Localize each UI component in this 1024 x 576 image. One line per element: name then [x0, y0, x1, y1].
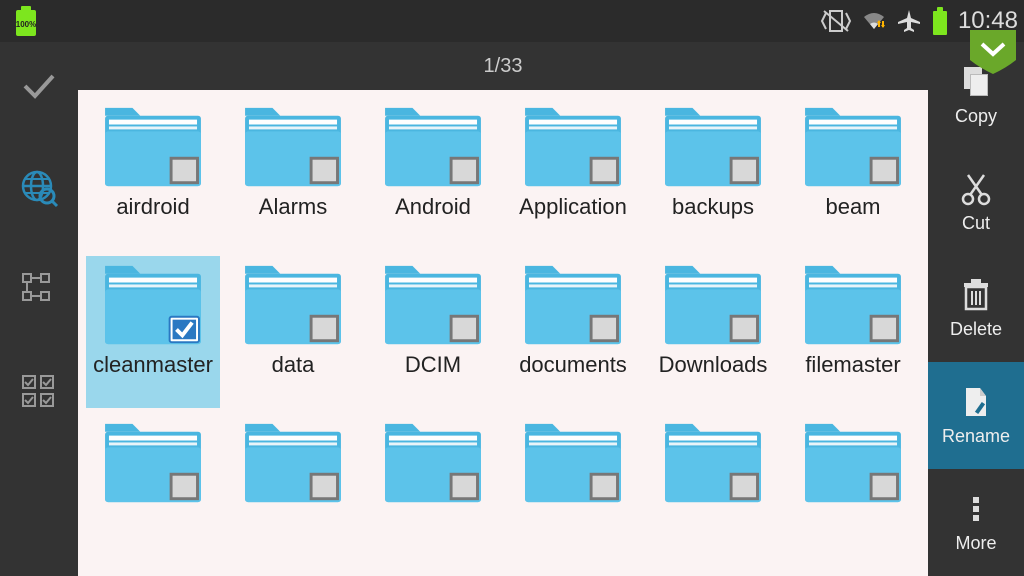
- left-toolbar: [0, 42, 78, 576]
- status-bar: 100% 10:48: [0, 0, 1024, 42]
- selection-count: 1/33: [78, 42, 928, 90]
- airplane-icon: [896, 8, 922, 34]
- folder-item[interactable]: [86, 414, 220, 566]
- folder-item[interactable]: data: [226, 256, 360, 408]
- folder-label: filemaster: [805, 352, 900, 404]
- more-button[interactable]: More: [928, 469, 1024, 576]
- folder-item[interactable]: [226, 414, 360, 566]
- folder-grid-wrap: airdroid Alarms Android Application: [78, 90, 928, 576]
- folder-item[interactable]: [506, 414, 640, 566]
- folder-label: Downloads: [659, 352, 768, 404]
- battery-icon: [930, 6, 950, 36]
- folder-item[interactable]: [366, 414, 500, 566]
- folder-item[interactable]: [646, 414, 780, 566]
- vibrate-icon: [820, 7, 852, 35]
- tree-view-button[interactable]: [15, 266, 63, 314]
- battery-full-icon: 100%: [6, 4, 46, 38]
- delete-label: Delete: [950, 319, 1002, 340]
- folder-label: backups: [672, 194, 754, 246]
- folder-item[interactable]: backups: [646, 98, 780, 250]
- delete-button[interactable]: Delete: [928, 256, 1024, 363]
- folder-item[interactable]: Downloads: [646, 256, 780, 408]
- copy-label: Copy: [955, 106, 997, 127]
- folder-label: DCIM: [405, 352, 461, 404]
- content-area: 1/33 airdroid Alarms Android: [78, 42, 928, 576]
- cut-label: Cut: [962, 213, 990, 234]
- select-all-button[interactable]: [15, 368, 63, 416]
- folder-item[interactable]: documents: [506, 256, 640, 408]
- folder-label: documents: [519, 352, 627, 404]
- confirm-button[interactable]: [15, 62, 63, 110]
- status-left: 100%: [6, 4, 46, 38]
- wifi-icon: [860, 7, 888, 35]
- cut-button[interactable]: Cut: [928, 149, 1024, 256]
- folder-label: beam: [825, 194, 880, 246]
- folder-item[interactable]: DCIM: [366, 256, 500, 408]
- folder-item[interactable]: filemaster: [786, 256, 920, 408]
- folder-item[interactable]: [786, 414, 920, 566]
- more-label: More: [955, 533, 996, 554]
- folder-label: Alarms: [259, 194, 327, 246]
- web-storage-button[interactable]: [15, 164, 63, 212]
- folder-label: data: [272, 352, 315, 404]
- action-bar: Copy Cut Delete Rename More: [928, 42, 1024, 576]
- folder-item[interactable]: Alarms: [226, 98, 360, 250]
- folder-label: cleanmaster: [93, 352, 213, 404]
- battery-percent-label: 100%: [16, 20, 36, 29]
- selection-badge-icon: [970, 30, 1016, 74]
- rename-button[interactable]: Rename: [928, 362, 1024, 469]
- folder-item[interactable]: airdroid: [86, 98, 220, 250]
- folder-item[interactable]: beam: [786, 98, 920, 250]
- folder-label: airdroid: [116, 194, 189, 246]
- folder-label: Application: [519, 194, 627, 246]
- folder-grid: airdroid Alarms Android Application: [86, 98, 920, 566]
- folder-label: Android: [395, 194, 471, 246]
- rename-label: Rename: [942, 426, 1010, 447]
- folder-item[interactable]: cleanmaster: [86, 256, 220, 408]
- folder-item[interactable]: Android: [366, 98, 500, 250]
- folder-item[interactable]: Application: [506, 98, 640, 250]
